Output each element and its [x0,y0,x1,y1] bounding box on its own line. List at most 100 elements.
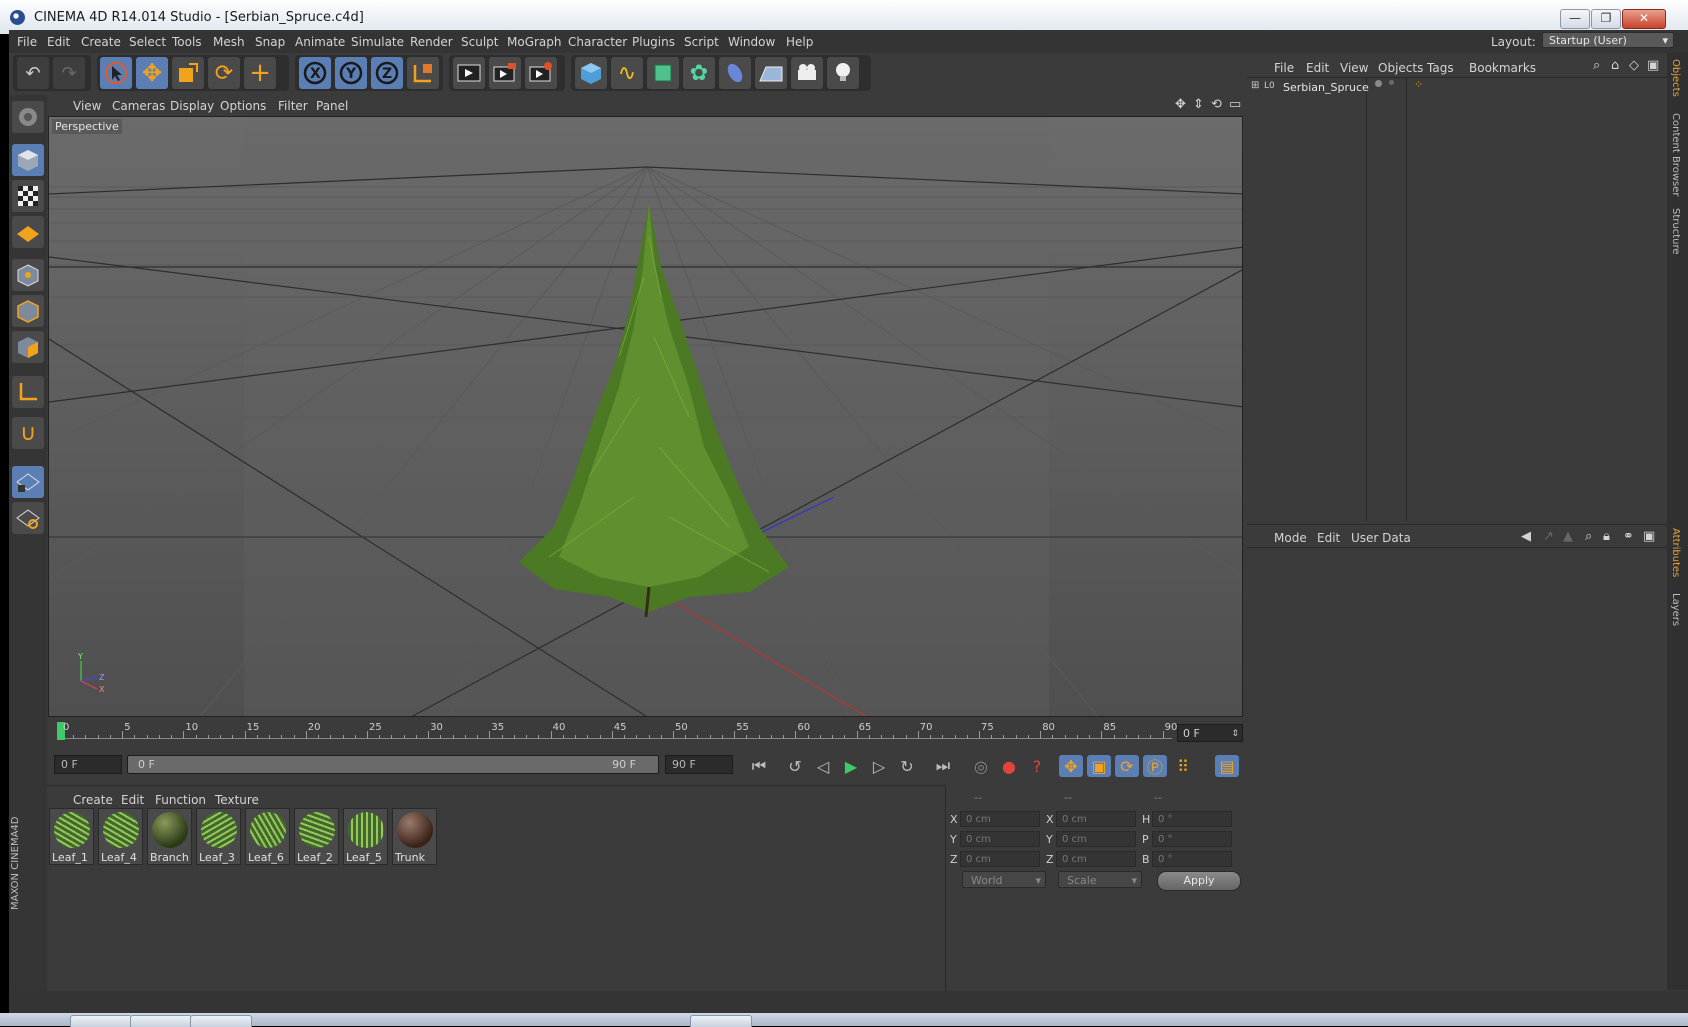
taskbar-button[interactable] [190,1015,252,1027]
tab-content-browser[interactable]: Content Browser [1670,113,1681,196]
next-frame-icon[interactable]: ▷ [867,755,891,777]
up-arrow-icon[interactable]: ▲ [1563,529,1573,544]
tag-icon[interactable]: ⁘ [1414,78,1423,91]
menu-animate[interactable]: Animate [295,35,345,49]
menu-mesh[interactable]: Mesh [213,35,245,49]
viewport-menu-display[interactable]: Display [170,99,214,113]
edges-mode-icon[interactable] [12,295,44,327]
select-arrow-icon[interactable] [100,57,132,89]
scale-icon[interactable] [172,57,204,89]
current-frame-field[interactable]: 0 F ⇕ [1177,724,1243,742]
menu-edit[interactable]: Edit [47,35,70,49]
render-visibility-dot[interactable] [1389,80,1394,85]
menu-simulate[interactable]: Simulate [351,35,404,49]
material-swatch[interactable]: Leaf_3 [196,808,241,865]
subdivision-surface-icon[interactable] [647,57,679,89]
light-icon[interactable] [827,57,859,89]
menu-help[interactable]: Help [786,35,813,49]
spline-pen-icon[interactable]: ∿ [611,57,643,89]
maximize-view-icon[interactable]: ▭ [1229,97,1241,112]
link-icon[interactable]: ⚭ [1623,529,1634,544]
viewport-menu-filter[interactable]: Filter [278,99,308,113]
attribute-menu-user-data[interactable]: User Data [1351,531,1411,545]
coord-input[interactable]: 0 cm [1056,831,1136,847]
apply-button[interactable]: Apply [1157,871,1241,891]
key-scale-icon[interactable]: ▣ [1087,755,1111,777]
points-mode-icon[interactable] [12,259,44,291]
minimize-button[interactable]: — [1560,9,1590,29]
camera-icon[interactable] [791,57,823,89]
attribute-menu-mode[interactable]: Mode [1274,531,1307,545]
coordinate-system-icon[interactable] [407,57,439,89]
object-menu-tags[interactable]: Tags [1427,61,1454,75]
coord-input[interactable]: 0 ° [1152,811,1232,827]
menu-script[interactable]: Script [684,35,719,49]
live-selection-icon[interactable]: + [244,57,276,89]
coord-input[interactable]: 0 cm [1056,811,1136,827]
menu-plugins[interactable]: Plugins [632,35,675,49]
maximize-panel-icon[interactable]: ▣ [1647,58,1659,73]
material-menu-edit[interactable]: Edit [121,793,144,807]
viewport-menu-panel[interactable]: Panel [316,99,348,113]
object-menu-view[interactable]: View [1340,61,1368,75]
back-arrow-icon[interactable]: ◀ [1521,529,1531,544]
material-menu-texture[interactable]: Texture [215,793,259,807]
material-swatch[interactable]: Leaf_1 [49,808,94,865]
perspective-viewport[interactable]: Perspective Y Z X [48,116,1243,717]
menu-create[interactable]: Create [81,35,121,49]
goto-next-key-icon[interactable]: ↻ [895,755,919,777]
goto-end-icon[interactable]: ⏭ [931,755,955,777]
material-swatch[interactable]: Branch [147,808,192,865]
object-menu-edit[interactable]: Edit [1306,61,1329,75]
timeline-window-icon[interactable]: ▤ [1215,755,1239,777]
expand-icon[interactable]: ⊞ [1251,80,1259,91]
search-icon[interactable]: ⌕ [1593,58,1600,73]
polygons-mode-icon[interactable] [12,331,44,363]
coord-mode-dropdown[interactable]: Scale ▾ [1058,871,1142,888]
layout-select[interactable]: Startup (User) ▾ [1542,32,1674,48]
tab-structure[interactable]: Structure [1670,208,1681,255]
menu-select[interactable]: Select [129,35,166,49]
coord-space-dropdown[interactable]: World ▾ [962,871,1046,888]
object-menu-file[interactable]: File [1274,61,1294,75]
play-icon[interactable]: ▶ [839,755,863,777]
undo-icon[interactable]: ↶ [17,57,49,89]
coord-input[interactable]: 0 cm [1056,851,1136,867]
taskbar-button[interactable] [130,1015,192,1027]
material-swatch[interactable]: Leaf_6 [245,808,290,865]
frame-range-slider[interactable]: 0 F 90 F [127,755,659,774]
key-parameter-icon[interactable]: Ⓟ [1143,755,1167,777]
key-rotation-icon[interactable]: ⟳ [1115,755,1139,777]
viewport-menu-view[interactable]: View [73,99,101,113]
object-row[interactable]: ⊞ L0 Serbian_Spruce ⁘ [1247,78,1667,97]
move-icon[interactable]: ✥ [136,57,168,89]
editor-visibility-dot[interactable] [1375,80,1382,87]
rotate-view-icon[interactable]: ⟲ [1211,97,1222,112]
goto-start-icon[interactable]: ⏮ [747,755,771,777]
axis-mode-icon[interactable] [12,376,44,408]
object-menu-objects[interactable]: Objects [1378,61,1423,75]
tab-objects[interactable]: Objects [1670,59,1681,97]
previous-frame-icon[interactable]: ◁ [811,755,835,777]
end-frame-field[interactable]: 90 F [665,755,733,774]
zoom-view-icon[interactable]: ⇕ [1193,97,1204,112]
z-axis-lock-icon[interactable]: Z [371,57,403,89]
material-swatch[interactable]: Leaf_5 [343,808,388,865]
autokey-help-icon[interactable]: ? [1025,755,1049,777]
taskbar-button[interactable] [690,1015,752,1027]
rotate-icon[interactable]: ⟳ [208,57,240,89]
make-editable-icon[interactable] [12,101,44,133]
pan-view-icon[interactable]: ✥ [1175,97,1186,112]
redo-icon[interactable]: ↷ [53,57,85,89]
forward-arrow-icon[interactable]: ↗ [1543,529,1554,544]
menu-mograph[interactable]: MoGraph [507,35,562,49]
viewport-menu-cameras[interactable]: Cameras [112,99,165,113]
taskbar-button[interactable] [70,1015,132,1027]
search-icon[interactable]: ⌕ [1585,529,1592,544]
coord-input[interactable]: 0 ° [1152,851,1232,867]
lock-icon[interactable]: 🔒︎ [1603,529,1610,544]
goto-previous-key-icon[interactable]: ↺ [783,755,807,777]
menu-render[interactable]: Render [410,35,453,49]
start-frame-field[interactable]: 0 F [54,755,122,774]
home-icon[interactable]: ⌂ [1611,58,1619,73]
